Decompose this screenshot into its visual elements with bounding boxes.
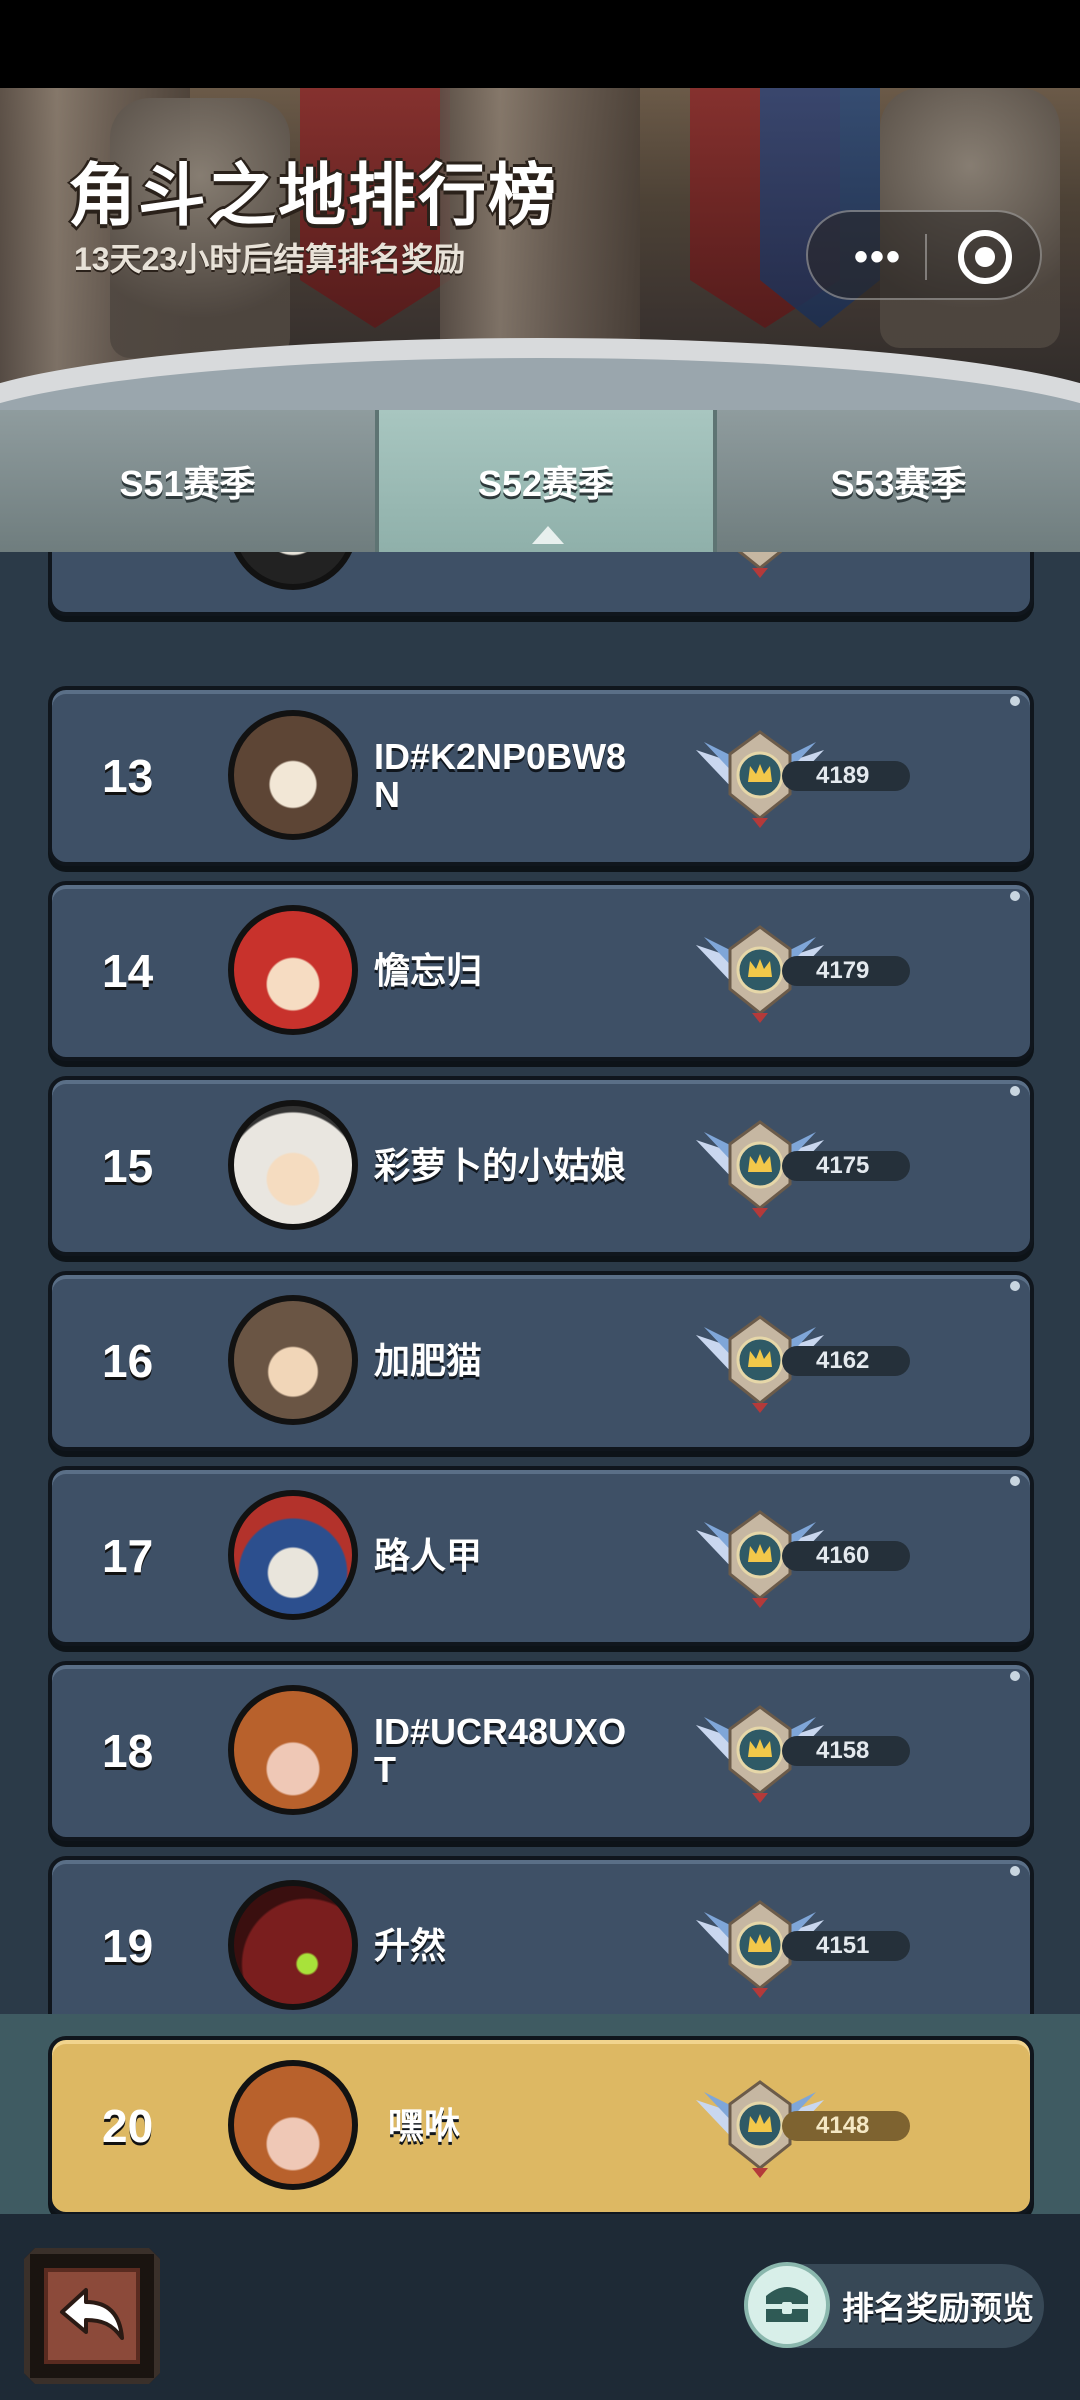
avatar[interactable] xyxy=(228,710,358,840)
rank-number: 14 xyxy=(102,945,154,997)
score: 4160 xyxy=(782,1541,910,1571)
rank-number: 16 xyxy=(102,1335,154,1387)
more-menu-icon[interactable]: ••• xyxy=(838,212,918,302)
rank-number: 20 xyxy=(102,2100,154,2152)
leaderboard-row[interactable]: 19 升然 4151 xyxy=(48,1856,1034,2014)
avatar[interactable] xyxy=(228,1295,358,1425)
tab-s53[interactable]: S53赛季 xyxy=(717,410,1080,552)
player-name: ID#UCR48UXOT xyxy=(374,1711,627,1790)
rank-number: 13 xyxy=(102,750,154,802)
player-name: ID#K2NP0BW8N xyxy=(374,736,627,815)
row-corner-dot xyxy=(1010,1671,1020,1681)
chest-icon xyxy=(766,2287,808,2322)
avatar[interactable] xyxy=(228,905,358,1035)
my-rank-strip: 20 嘿咻 4148 xyxy=(0,2014,1080,2216)
row-corner-dot xyxy=(1010,1866,1020,1876)
score: 4158 xyxy=(782,1736,910,1766)
rank-number: 19 xyxy=(102,1920,154,1972)
row-corner-dot xyxy=(1010,1476,1020,1486)
leaderboard-row[interactable]: 14 憺忘归 4179 xyxy=(48,881,1034,1061)
avatar[interactable] xyxy=(228,552,358,590)
rank-number: 15 xyxy=(102,1140,154,1192)
rank-number: 18 xyxy=(102,1725,154,1777)
row-corner-dot xyxy=(1010,696,1020,706)
mini-program-capsule: ••• xyxy=(806,210,1042,300)
avatar[interactable] xyxy=(228,2060,358,2190)
selected-tab-caret-icon xyxy=(532,526,564,544)
header-banner: 角斗之地排行榜 13天23小时后结算排名奖励 ••• xyxy=(0,88,1080,410)
rank-number: 17 xyxy=(102,1530,154,1582)
leaderboard-row[interactable]: 13 ID#K2NP0BW8N 4189 xyxy=(48,686,1034,866)
row-corner-dot xyxy=(1010,1086,1020,1096)
rank-crest-icon xyxy=(737,552,783,578)
leaderboard-row[interactable]: 15 彩萝卜的小姑娘 4175 xyxy=(48,1076,1034,1256)
reward-preview-label[interactable]: 排名奖励预览 xyxy=(842,2264,1034,2348)
leaderboard-row[interactable]: 17 路人甲 4160 xyxy=(48,1466,1034,1646)
leaderboard-row[interactable]: 12 404 4202 xyxy=(48,552,1034,616)
score: 4148 xyxy=(782,2111,910,2141)
back-button[interactable] xyxy=(24,2248,160,2384)
avatar[interactable] xyxy=(228,1490,358,1620)
avatar[interactable] xyxy=(228,1880,358,2010)
reward-chest-icon[interactable] xyxy=(744,2262,830,2348)
player-name: 嘿咻 xyxy=(388,2105,461,2146)
back-arrow-icon xyxy=(60,2288,124,2340)
tab-s51[interactable]: S51赛季 xyxy=(0,410,375,552)
score: 4189 xyxy=(782,761,910,791)
leaderboard-row[interactable]: 16 加肥猫 4162 xyxy=(48,1271,1034,1451)
bottom-bar: 排名奖励预览 xyxy=(0,2214,1080,2400)
my-rank-row[interactable]: 20 嘿咻 4148 xyxy=(48,2036,1034,2216)
leaderboard-row[interactable]: 18 ID#UCR48UXOT 4158 xyxy=(48,1661,1034,1841)
player-name: 升然 xyxy=(374,1925,447,1966)
row-corner-dot xyxy=(1010,1281,1020,1291)
player-name: 彩萝卜的小姑娘 xyxy=(374,1145,627,1186)
capsule-divider xyxy=(925,234,927,280)
player-name: 404 xyxy=(374,552,644,612)
close-target-icon[interactable] xyxy=(958,230,1012,284)
avatar[interactable] xyxy=(228,1100,358,1230)
rank-number: 12 xyxy=(102,552,222,612)
row-corner-dot xyxy=(1010,891,1020,901)
player-name: 路人甲 xyxy=(374,1535,483,1576)
settlement-countdown: 13天23小时后结算排名奖励 xyxy=(74,241,466,277)
avatar[interactable] xyxy=(228,1685,358,1815)
status-bar xyxy=(0,0,1080,88)
score: 4175 xyxy=(782,1151,910,1181)
player-name: 加肥猫 xyxy=(374,1340,483,1381)
score: 4179 xyxy=(782,956,910,986)
player-name: 憺忘归 xyxy=(374,950,483,991)
leaderboard-list[interactable]: 12 404 4202 13 ID#K2NP0BW8N 4189 14 xyxy=(0,552,1080,2014)
score: 4151 xyxy=(782,1931,910,1961)
score: 4162 xyxy=(782,1346,910,1376)
page-title: 角斗之地排行榜 xyxy=(68,158,559,234)
